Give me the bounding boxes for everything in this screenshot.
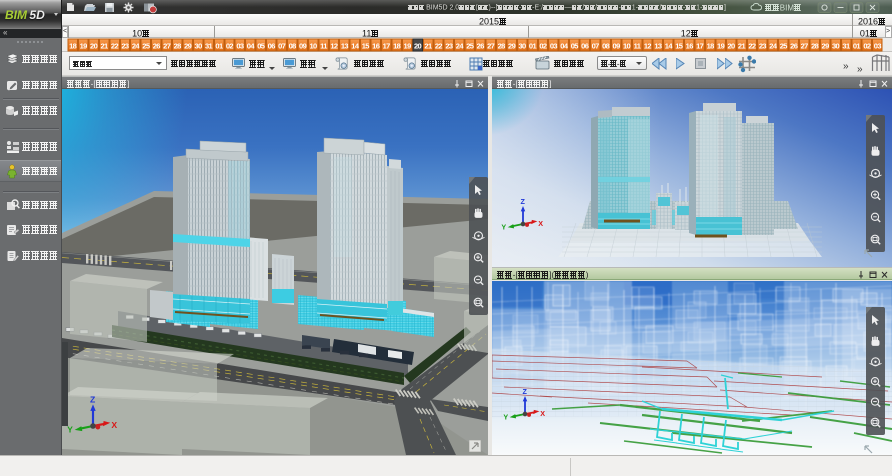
svg-text:13: 13	[341, 42, 349, 51]
svg-text:22: 22	[111, 42, 119, 51]
svg-text:03: 03	[550, 42, 558, 51]
svg-text:18: 18	[393, 42, 401, 51]
svg-text:20: 20	[90, 42, 98, 51]
svg-text:29: 29	[822, 42, 830, 51]
svg-text:27: 27	[801, 42, 809, 51]
svg-text:15: 15	[362, 42, 370, 51]
svg-text:25: 25	[466, 42, 474, 51]
svg-text:19: 19	[717, 42, 725, 51]
svg-text:18: 18	[69, 42, 77, 51]
svg-text:28: 28	[498, 42, 506, 51]
svg-text:21: 21	[424, 42, 432, 51]
svg-text:07: 07	[592, 42, 600, 51]
svg-text:08: 08	[602, 42, 610, 51]
svg-text:03: 03	[236, 42, 244, 51]
svg-text:30: 30	[195, 42, 203, 51]
svg-text:21: 21	[100, 42, 108, 51]
svg-text:Z: Z	[520, 197, 525, 206]
svg-text:27: 27	[487, 42, 495, 51]
svg-text:Z: Z	[90, 394, 96, 404]
svg-text:13: 13	[654, 42, 662, 51]
svg-text:10: 10	[309, 42, 317, 51]
svg-text:Z: Z	[522, 387, 527, 396]
svg-text:25: 25	[142, 42, 150, 51]
svg-text:06: 06	[581, 42, 589, 51]
svg-text:15: 15	[675, 42, 683, 51]
svg-text:05: 05	[571, 42, 579, 51]
svg-text:27: 27	[163, 42, 171, 51]
svg-text:06: 06	[268, 42, 276, 51]
svg-text:02: 02	[226, 42, 234, 51]
svg-text:Y: Y	[501, 222, 506, 231]
svg-text:20: 20	[414, 42, 422, 51]
svg-text:09: 09	[299, 42, 307, 51]
svg-text:20: 20	[727, 42, 735, 51]
svg-text:Y: Y	[503, 412, 508, 421]
svg-text:28: 28	[811, 42, 819, 51]
svg-text:23: 23	[759, 42, 767, 51]
svg-text:10: 10	[623, 42, 631, 51]
svg-text:29: 29	[508, 42, 516, 51]
svg-text:25: 25	[780, 42, 788, 51]
svg-text:02: 02	[539, 42, 547, 51]
svg-text:08: 08	[289, 42, 297, 51]
svg-text:01: 01	[853, 42, 861, 51]
svg-text:17: 17	[383, 42, 391, 51]
svg-text:21: 21	[738, 42, 746, 51]
svg-text:11: 11	[634, 42, 641, 51]
svg-text:11: 11	[320, 42, 327, 51]
svg-text:05: 05	[257, 42, 265, 51]
svg-text:30: 30	[832, 42, 840, 51]
svg-text:12: 12	[644, 42, 652, 51]
svg-text:02: 02	[863, 42, 871, 51]
svg-text:18: 18	[707, 42, 715, 51]
svg-text:26: 26	[790, 42, 798, 51]
svg-text:17: 17	[696, 42, 704, 51]
svg-text:16: 16	[372, 42, 380, 51]
svg-text:28: 28	[174, 42, 182, 51]
svg-text:X: X	[538, 219, 543, 228]
svg-text:12: 12	[330, 42, 338, 51]
svg-text:03: 03	[874, 42, 882, 51]
svg-text:23: 23	[445, 42, 453, 51]
svg-text:22: 22	[748, 42, 756, 51]
svg-text:19: 19	[80, 42, 88, 51]
svg-text:X: X	[540, 409, 545, 418]
svg-text:30: 30	[518, 42, 526, 51]
svg-text:07: 07	[278, 42, 286, 51]
svg-text:01: 01	[529, 42, 537, 51]
svg-text:16: 16	[686, 42, 694, 51]
svg-text:31: 31	[205, 42, 213, 51]
svg-text:26: 26	[153, 42, 161, 51]
svg-text:09: 09	[613, 42, 621, 51]
svg-text:31: 31	[842, 42, 850, 51]
svg-text:29: 29	[184, 42, 192, 51]
svg-text:Y: Y	[67, 424, 73, 434]
svg-text:01: 01	[215, 42, 223, 51]
svg-text:23: 23	[121, 42, 129, 51]
svg-text:19: 19	[404, 42, 412, 51]
svg-text:22: 22	[435, 42, 443, 51]
svg-text:X: X	[111, 420, 117, 430]
svg-text:26: 26	[477, 42, 485, 51]
